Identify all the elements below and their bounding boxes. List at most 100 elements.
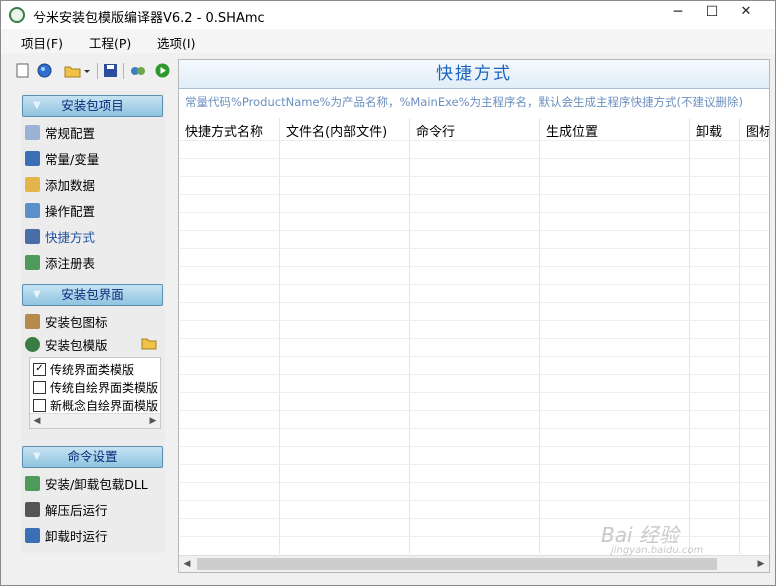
sidebar-item-constants[interactable]: 常量/变量	[25, 147, 99, 169]
folder-open-icon[interactable]	[141, 336, 157, 353]
operations-icon	[25, 202, 40, 218]
table-row	[179, 284, 769, 285]
template-icon	[25, 336, 40, 352]
variables-icon	[25, 150, 40, 166]
column-header-icon[interactable]: 图标	[746, 121, 769, 140]
watermark-text: Bai 经验	[601, 523, 679, 547]
table-row	[179, 392, 769, 393]
list-item[interactable]: 新概念自绘界面模版	[33, 396, 158, 414]
template-list-scrollbar[interactable]: ◀ ▶	[30, 413, 160, 428]
group-header-label: 安装包项目	[61, 98, 124, 113]
column-header-file[interactable]: 文件名(内部文件)	[286, 121, 387, 140]
sidebar-item-label: 安装包图标	[45, 314, 108, 330]
shortcut-table[interactable]: 快捷方式名称 文件名(内部文件) 命令行 生成位置 卸载 图标	[179, 118, 769, 554]
uninstall-run-icon	[25, 527, 40, 543]
column-header-uninstall[interactable]: 卸载	[696, 121, 722, 140]
table-row	[179, 302, 769, 303]
group-header-project[interactable]: ▼ 安装包项目	[22, 95, 163, 117]
list-item[interactable]: ✓ 传统界面类模版	[33, 360, 134, 378]
table-horizontal-scrollbar[interactable]: ◀ ▶	[179, 555, 769, 572]
column-header-name[interactable]: 快捷方式名称	[185, 121, 263, 140]
sidebar-item-label: 快捷方式	[45, 229, 96, 245]
hint-text: 常量代码%ProductName%为产品名称，%MainExe%为主程序名，默认…	[185, 95, 744, 109]
sidebar-item-general-config[interactable]: 常规配置	[25, 121, 95, 143]
group-header-ui[interactable]: ▼ 安装包界面	[22, 284, 163, 306]
close-button[interactable]: ✕	[729, 1, 763, 25]
minimize-button[interactable]: ─	[661, 1, 695, 25]
template-checkbox-checked[interactable]: ✓	[33, 362, 46, 376]
template-checkbox[interactable]	[33, 380, 46, 394]
page-title: 快捷方式	[179, 60, 769, 89]
scroll-left-icon[interactable]: ◀	[30, 414, 44, 428]
run-icon[interactable]	[153, 61, 171, 79]
baidu-watermark: Bai 经验 jingyan.baidu.com	[601, 519, 703, 556]
open-globe-icon[interactable]	[35, 61, 53, 79]
sidebar-item-add-data[interactable]: 添加数据	[25, 173, 95, 195]
settings-icon[interactable]	[129, 61, 147, 79]
menu-build[interactable]: 工程(P)	[89, 33, 131, 52]
list-item[interactable]: 传统自绘界面类模版	[33, 378, 158, 396]
table-row	[179, 464, 769, 465]
table-row	[179, 194, 769, 195]
sidebar-item-label: 添加数据	[45, 177, 96, 193]
table-column: 命令行	[410, 118, 540, 554]
sidebar-item-registry[interactable]: 添注册表	[25, 251, 95, 273]
maximize-button[interactable]: ☐	[695, 1, 729, 25]
folder-open-icon[interactable]	[63, 61, 91, 79]
chevron-down-icon: ▼	[33, 100, 41, 111]
column-header-location[interactable]: 生成位置	[546, 121, 598, 140]
scroll-left-icon[interactable]: ◀	[179, 557, 195, 571]
menu-project[interactable]: 项目(F)	[21, 33, 63, 52]
table-row	[179, 140, 769, 141]
table-row	[179, 266, 769, 267]
sidebar-item-label: 安装包模版	[45, 337, 108, 353]
scroll-right-icon[interactable]: ▶	[753, 557, 769, 571]
sidebar-item-template[interactable]: 安装包模版	[25, 333, 161, 355]
table-row	[179, 248, 769, 249]
package-icon	[25, 313, 40, 329]
table-row	[179, 374, 769, 375]
sidebar-item-run-after-extract[interactable]: 解压后运行	[25, 498, 108, 520]
table-row	[179, 212, 769, 213]
sidebar-item-shortcuts[interactable]: 快捷方式	[25, 225, 95, 247]
menu-bar: 项目(F) 工程(P) 选项(I)	[1, 29, 775, 53]
sidebar-item-label: 操作配置	[45, 203, 96, 219]
menu-options[interactable]: 选项(I)	[157, 33, 195, 52]
title-bar: 兮米安装包模版编译器V6.2 - 0.SHAmc ─ ☐ ✕	[1, 1, 775, 29]
registry-icon	[25, 254, 40, 270]
chevron-down-icon: ▼	[33, 451, 41, 462]
column-header-cmdline[interactable]: 命令行	[416, 121, 455, 140]
sidebar-item-label: 卸载时运行	[45, 528, 108, 544]
sidebar-item-operations[interactable]: 操作配置	[25, 199, 95, 221]
new-file-icon[interactable]	[13, 61, 31, 79]
app-logo-icon	[9, 7, 25, 23]
add-data-icon	[25, 176, 40, 192]
app-window: 兮米安装包模版编译器V6.2 - 0.SHAmc ─ ☐ ✕ 项目(F) 工程(…	[0, 0, 776, 586]
group-header-commands[interactable]: ▼ 命令设置	[22, 446, 163, 468]
content-panel: 快捷方式 常量代码%ProductName%为产品名称，%MainExe%为主程…	[178, 59, 770, 573]
table-column: 文件名(内部文件)	[280, 118, 410, 554]
sidebar-item-package-icon[interactable]: 安装包图标	[25, 310, 108, 332]
scroll-right-icon[interactable]: ▶	[146, 414, 160, 428]
scrollbar-thumb[interactable]	[197, 558, 717, 570]
window-title: 兮米安装包模版编译器V6.2 - 0.SHAmc	[33, 11, 265, 26]
left-panel: ▼ 安装包项目 常规配置 常量/变量 添加数据 操作配置 快捷方式 添注册表 ▼…	[21, 91, 165, 553]
table-row	[179, 176, 769, 177]
sidebar-item-dll[interactable]: 安装/卸载包载DLL	[25, 472, 148, 494]
toolbar-separator	[123, 63, 124, 79]
sidebar-item-run-on-uninstall[interactable]: 卸载时运行	[25, 524, 108, 546]
save-icon[interactable]	[101, 61, 119, 79]
table-row	[179, 428, 769, 429]
table-row	[179, 356, 769, 357]
sidebar-item-label: 解压后运行	[45, 502, 108, 518]
table-row	[179, 500, 769, 501]
table-row	[179, 536, 769, 537]
group-header-label: 命令设置	[67, 449, 118, 464]
sidebar-item-label: 常量/变量	[45, 151, 100, 167]
group-header-label: 安装包界面	[61, 287, 124, 302]
template-checkbox[interactable]	[33, 398, 46, 412]
template-label: 传统自绘界面类模版	[50, 380, 159, 395]
table-column: 图标	[740, 118, 769, 554]
chevron-down-icon: ▼	[33, 289, 41, 300]
table-column: 卸载	[690, 118, 740, 554]
